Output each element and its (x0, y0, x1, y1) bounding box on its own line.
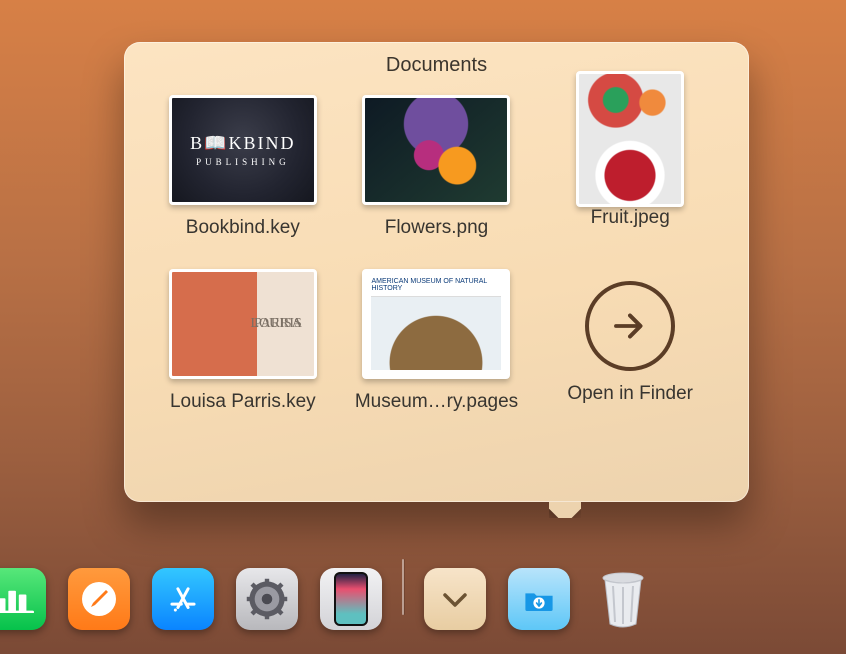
museum-header-text: AMERICAN MUSEUM OF NATURAL HISTORY (371, 278, 501, 292)
stack-item-museum-history[interactable]: AMERICAN MUSEUM OF NATURAL HISTORY Museu… (340, 269, 534, 413)
stack-item-label: Bookbind.key (186, 217, 300, 239)
thumbnail-flowers (362, 95, 510, 205)
dock-stack-downloads[interactable] (508, 568, 570, 630)
stack-item-label: Louisa Parris.key (170, 391, 316, 413)
louisa-text-2: PARRIS (254, 317, 302, 331)
downloads-icon (523, 583, 555, 615)
trash-icon (596, 568, 650, 630)
thumbnail-bookbind: B📖KBIND PUBLISHING (169, 95, 317, 205)
dock-stack-popover: Documents B📖KBIND PUBLISHING Bookbind.ke… (124, 42, 749, 502)
dock-app-iphone-mirroring[interactable] (320, 568, 382, 630)
stack-item-label: Fruit.jpeg (591, 207, 670, 229)
iphone-icon (334, 572, 368, 626)
bookbind-subtext: PUBLISHING (190, 157, 295, 167)
stack-item-bookbind[interactable]: B📖KBIND PUBLISHING Bookbind.key (146, 95, 340, 239)
museum-image (371, 296, 501, 370)
popover-caret (549, 502, 581, 518)
open-in-finder-icon (585, 281, 675, 371)
thumbnail-museum: AMERICAN MUSEUM OF NATURAL HISTORY (362, 269, 510, 379)
open-in-finder-button[interactable]: Open in Finder (533, 269, 727, 413)
stack-item-label: Museum…ry.pages (355, 391, 518, 413)
pages-icon (79, 579, 119, 619)
dock-trash[interactable] (592, 568, 654, 630)
open-in-finder-label: Open in Finder (567, 383, 693, 405)
settings-icon (245, 577, 289, 621)
stack-item-flowers[interactable]: Flowers.png (340, 95, 534, 239)
dock (0, 554, 846, 636)
stack-item-label: Flowers.png (385, 217, 489, 239)
dock-app-pages[interactable] (68, 568, 130, 630)
dock-stack-documents[interactable] (424, 568, 486, 630)
appstore-icon (166, 582, 200, 616)
dock-app-settings[interactable] (236, 568, 298, 630)
dock-app-numbers[interactable] (0, 568, 46, 630)
chevron-down-icon (439, 583, 471, 615)
numbers-icon (0, 585, 34, 614)
stack-item-louisa-parris[interactable]: LOUISA PARRIS Louisa Parris.key (146, 269, 340, 413)
thumbnail-louisa: LOUISA PARRIS (169, 269, 317, 379)
bookbind-text: B📖KBIND (190, 133, 295, 153)
dock-app-appstore[interactable] (152, 568, 214, 630)
stack-grid: B📖KBIND PUBLISHING Bookbind.key Flowers.… (124, 85, 749, 413)
dock-separator (402, 559, 404, 615)
thumbnail-fruit (576, 71, 684, 207)
stack-item-fruit[interactable]: Fruit.jpeg (533, 95, 727, 239)
